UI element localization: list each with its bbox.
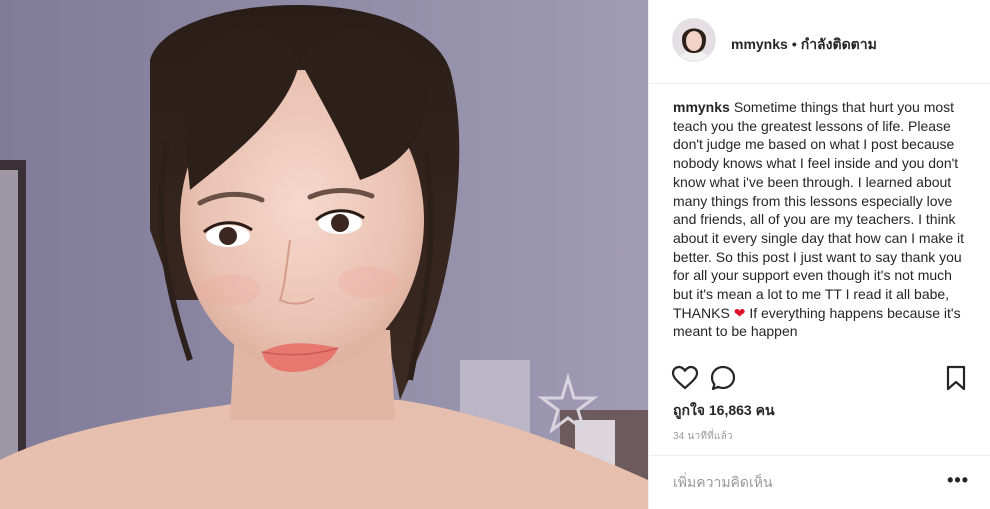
caption-username[interactable]: mmynks	[673, 99, 730, 115]
header-username[interactable]: mmynks	[731, 36, 788, 52]
avatar-image	[673, 19, 715, 61]
comment-button[interactable]	[709, 364, 737, 392]
heart-outline-icon	[671, 365, 699, 390]
follow-status-button[interactable]: กำลังติดตาม	[801, 36, 877, 52]
bookmark-icon	[946, 365, 966, 391]
header-separator: •	[791, 36, 797, 52]
comment-bubble-icon	[710, 365, 736, 391]
action-bar	[649, 356, 990, 402]
caption-text: Sometime things that hurt you most teach…	[673, 99, 965, 321]
header-username-line: mmynks • กำลังติดตาม	[731, 34, 877, 56]
post-timestamp[interactable]: 34 นาทีที่แล้ว	[673, 429, 733, 444]
save-button[interactable]	[942, 364, 970, 392]
caption-scroll-area[interactable]: mmynks Sometime things that hurt you most…	[673, 98, 973, 354]
likes-count[interactable]: ถูกใจ 16,863 คน	[673, 400, 775, 422]
post-photo[interactable]	[0, 0, 648, 509]
instagram-post: mmynks • กำลังติดตาม mmynks Sometime things…	[0, 0, 990, 509]
selfie-illustration	[0, 0, 648, 509]
post-side-panel: mmynks • กำลังติดตาม mmynks Sometime things…	[648, 0, 990, 509]
like-button[interactable]	[671, 364, 699, 392]
heart-emoji-icon: ❤	[733, 304, 746, 321]
comment-bar: •••	[649, 455, 990, 509]
caption: mmynks Sometime things that hurt you most…	[673, 98, 973, 341]
comment-input[interactable]	[673, 472, 933, 492]
more-options-button[interactable]: •••	[947, 471, 969, 489]
post-header: mmynks • กำลังติดตาม	[649, 0, 990, 84]
avatar[interactable]	[673, 19, 715, 61]
